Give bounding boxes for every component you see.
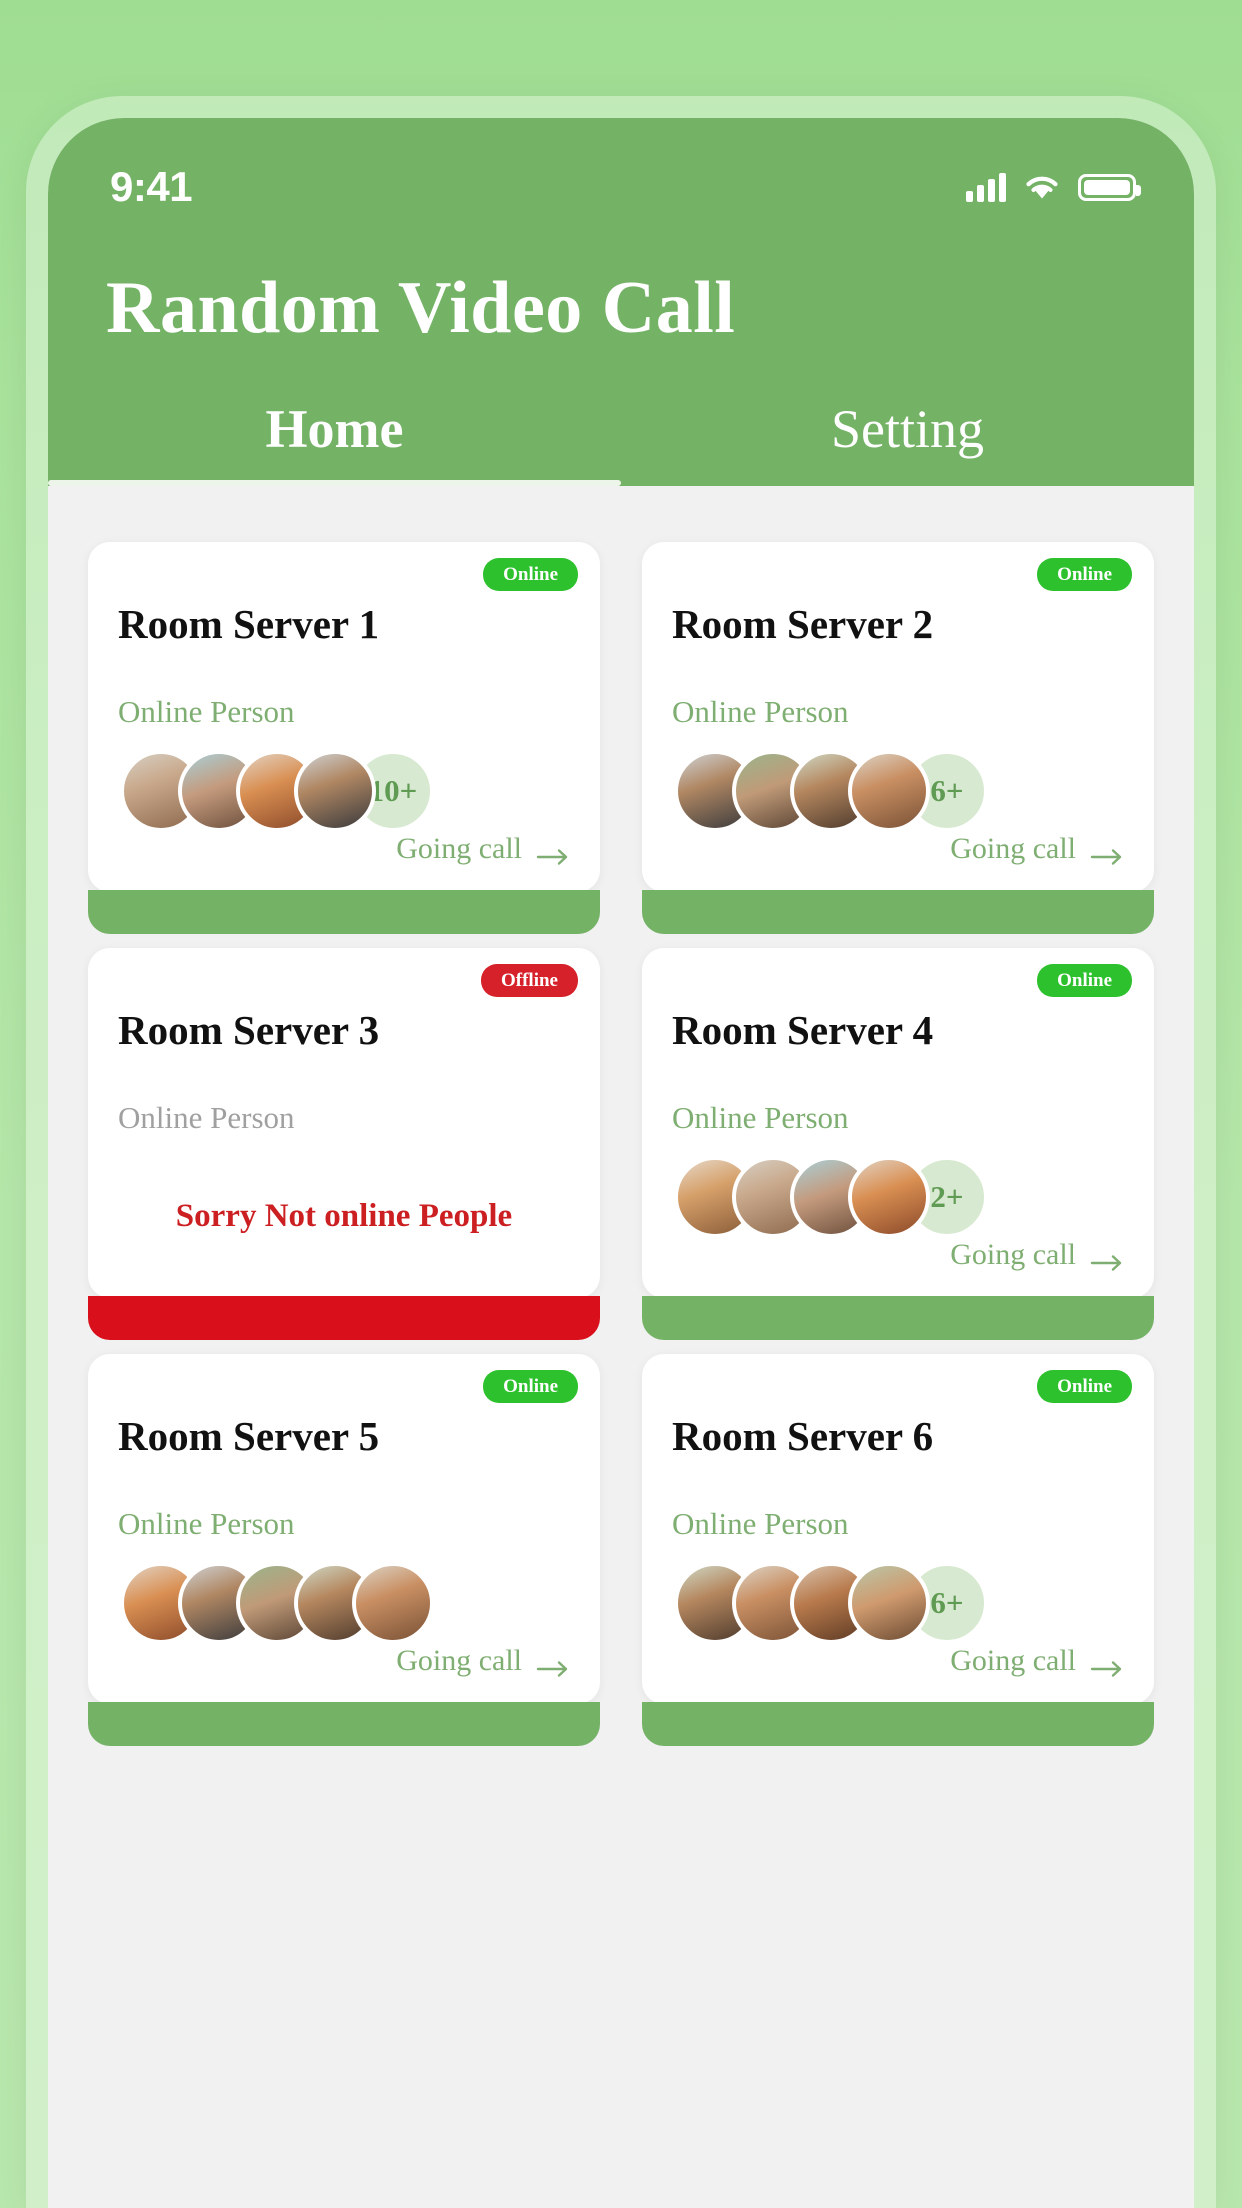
avatar — [848, 1562, 930, 1644]
card-footer-bar — [88, 1296, 600, 1340]
going-call-label: Going call — [950, 1238, 1076, 1271]
avatar-group: 6+ — [672, 750, 1124, 832]
room-card-title: Room Server 2 — [672, 601, 934, 647]
offline-message: Sorry Not online People — [175, 1198, 513, 1234]
status-badge: Online — [1037, 1370, 1132, 1403]
going-call-label: Going call — [396, 832, 522, 865]
going-call-label: Going call — [950, 832, 1076, 865]
online-person-label: Online Person — [672, 1506, 849, 1541]
online-person-label: Online Person — [118, 1100, 295, 1135]
room-card-title: Room Server 1 — [118, 601, 380, 647]
online-person-label: Online Person — [118, 1506, 295, 1541]
app-header: 9:41 Random Video Call Home Setting — [48, 118, 1194, 486]
card-footer-bar — [642, 1296, 1154, 1340]
status-badge: Online — [483, 1370, 578, 1403]
status-icons — [966, 172, 1141, 202]
room-card[interactable]: Online Room Server 2 Online Person 6+ Going … — [642, 542, 1154, 934]
avatar-group: 6+ — [672, 1562, 1124, 1644]
arrow-right-icon — [1090, 1246, 1124, 1271]
going-call-link[interactable]: Going call — [118, 1644, 570, 1704]
arrow-right-icon — [536, 840, 570, 865]
going-call-link[interactable]: Going call — [118, 832, 570, 892]
status-badge: Online — [483, 558, 578, 591]
room-card[interactable]: Online Room Server 5 Online Person Going ca… — [88, 1354, 600, 1746]
room-card-grid: Online Room Server 1 Online Person 10+ Going… — [88, 542, 1154, 1746]
signal-icon — [966, 172, 1006, 202]
content-area: Online Room Server 1 Online Person 10+ Going… — [48, 486, 1194, 2208]
room-card-title: Room Server 6 — [672, 1413, 934, 1459]
going-call-link[interactable]: Going call — [672, 1644, 1124, 1704]
online-person-label: Online Person — [672, 1100, 849, 1135]
room-card-title: Room Server 5 — [118, 1413, 380, 1459]
room-card[interactable]: Online Room Server 6 Online Person 6+ Going … — [642, 1354, 1154, 1746]
avatar-group — [118, 1562, 570, 1644]
online-person-label: Online Person — [672, 694, 849, 729]
status-bar: 9:41 — [48, 118, 1194, 226]
going-call-link[interactable]: Going call — [672, 832, 1124, 892]
status-badge: Online — [1037, 964, 1132, 997]
status-badge: Offline — [481, 964, 578, 997]
room-card[interactable]: Online Room Server 4 Online Person 2+ Going … — [642, 948, 1154, 1340]
status-time: 9:41 — [110, 163, 193, 210]
going-call-label: Going call — [396, 1644, 522, 1677]
room-card-title: Room Server 4 — [672, 1007, 934, 1053]
online-person-label: Online Person — [118, 694, 295, 729]
going-call-link[interactable]: Going call — [672, 1238, 1124, 1298]
tab-home[interactable]: Home — [48, 372, 621, 486]
card-footer-bar — [88, 1702, 600, 1746]
room-card-title: Room Server 3 — [118, 1007, 380, 1053]
avatar-group: 2+ — [672, 1156, 1124, 1238]
going-call-label: Going call — [950, 1644, 1076, 1677]
page-title: Random Video Call — [106, 267, 736, 349]
room-card[interactable]: Offline Room Server 3 Online Person Sorry N… — [88, 948, 600, 1340]
battery-icon — [1078, 173, 1141, 201]
avatar — [848, 750, 930, 832]
tab-bar: Home Setting — [48, 372, 1194, 486]
room-card[interactable]: Online Room Server 1 Online Person 10+ Going… — [88, 542, 600, 934]
phone-screen: 9:41 Random Video Call Home Setting Onli… — [48, 118, 1194, 2208]
phone-frame: 9:41 Random Video Call Home Setting Onli… — [26, 96, 1216, 2208]
card-footer-bar — [88, 890, 600, 934]
arrow-right-icon — [1090, 840, 1124, 865]
card-footer-bar — [642, 890, 1154, 934]
arrow-right-icon — [1090, 1652, 1124, 1677]
avatar — [848, 1156, 930, 1238]
avatar-group: 10+ — [118, 750, 570, 832]
card-footer-bar — [642, 1702, 1154, 1746]
wifi-icon — [1023, 173, 1061, 201]
tab-setting[interactable]: Setting — [621, 372, 1194, 486]
status-badge: Online — [1037, 558, 1132, 591]
avatar — [294, 750, 376, 832]
arrow-right-icon — [536, 1652, 570, 1677]
avatar — [352, 1562, 434, 1644]
